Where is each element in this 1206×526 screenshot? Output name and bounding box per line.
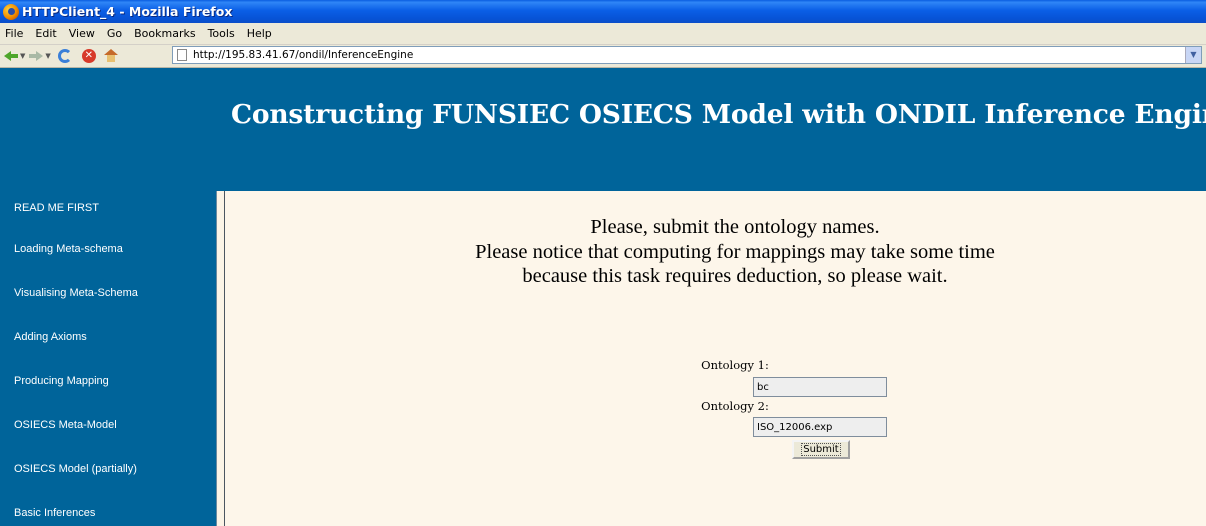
home-icon[interactable] <box>103 49 118 63</box>
sidebar-item-osiecs-model-partially[interactable]: OSIECS Model (partially) <box>14 463 137 475</box>
menu-view[interactable]: View <box>63 27 101 40</box>
message-line-1: Please, submit the ontology names. <box>590 216 880 238</box>
ontology1-input[interactable] <box>753 377 887 397</box>
menu-bookmarks[interactable]: Bookmarks <box>128 27 201 40</box>
reload-icon[interactable] <box>57 49 72 63</box>
firefox-logo-icon <box>3 3 19 20</box>
message-line-3: because this task requires deduction, so… <box>522 265 948 287</box>
sidebar-item-loading-meta-schema[interactable]: Loading Meta-schema <box>14 243 123 255</box>
forward-icon <box>29 49 44 63</box>
ontology1-label: Ontology 1: <box>701 358 769 372</box>
address-url[interactable]: http://195.83.41.67/ondil/InferenceEngin… <box>193 49 413 61</box>
instruction-message: Please, submit the ontology names. Pleas… <box>225 215 1206 289</box>
sidebar-item-basic-inferences[interactable]: Basic Inferences <box>14 507 95 519</box>
message-line-2: Please notice that computing for mapping… <box>475 240 995 263</box>
submit-label: Submit <box>801 443 841 456</box>
page-header: Constructing FUNSIEC OSIECS Model with O… <box>0 68 1206 191</box>
menu-tools[interactable]: Tools <box>202 27 241 40</box>
address-dropdown-icon[interactable]: ▼ <box>1185 47 1201 63</box>
address-bar[interactable]: http://195.83.41.67/ondil/InferenceEngin… <box>172 46 1202 64</box>
back-button[interactable] <box>0 47 18 65</box>
back-icon <box>4 49 18 63</box>
window-title-bar: HTTPClient_4 - Mozilla Firefox <box>0 0 1206 23</box>
stop-icon[interactable]: ✕ <box>81 49 96 63</box>
sidebar-item-producing-mapping[interactable]: Producing Mapping <box>14 375 109 387</box>
frame-divider[interactable] <box>216 191 225 526</box>
menu-edit[interactable]: Edit <box>29 27 62 40</box>
page-icon <box>177 49 187 61</box>
ontology2-label: Ontology 2: <box>701 399 769 413</box>
sidebar-item-visualising-meta-schema[interactable]: Visualising Meta-Schema <box>14 287 138 299</box>
sidebar-item-read-me-first[interactable]: READ ME FIRST <box>14 202 99 214</box>
navigation-toolbar: ▼ ▼ ✕ http://195.83.41.67/ondil/Inferenc… <box>0 45 1206 68</box>
menu-go[interactable]: Go <box>101 27 128 40</box>
sidebar-item-adding-axioms[interactable]: Adding Axioms <box>14 331 87 343</box>
submit-button[interactable]: Submit <box>792 440 850 459</box>
ontology2-input[interactable] <box>753 417 887 437</box>
back-history-dropdown-icon[interactable]: ▼ <box>20 52 25 60</box>
menu-help[interactable]: Help <box>241 27 278 40</box>
window-title: HTTPClient_4 - Mozilla Firefox <box>22 4 233 19</box>
main-content: Please, submit the ontology names. Pleas… <box>225 191 1206 526</box>
forward-history-dropdown-icon[interactable]: ▼ <box>45 52 50 60</box>
sidebar-nav: READ ME FIRST Loading Meta-schema Visual… <box>0 191 216 526</box>
menu-bar: File Edit View Go Bookmarks Tools Help <box>0 23 1206 45</box>
menu-file[interactable]: File <box>0 27 29 40</box>
page-title: Constructing FUNSIEC OSIECS Model with O… <box>231 99 1206 130</box>
forward-button[interactable] <box>29 47 44 65</box>
sidebar-item-osiecs-meta-model[interactable]: OSIECS Meta-Model <box>14 419 117 431</box>
